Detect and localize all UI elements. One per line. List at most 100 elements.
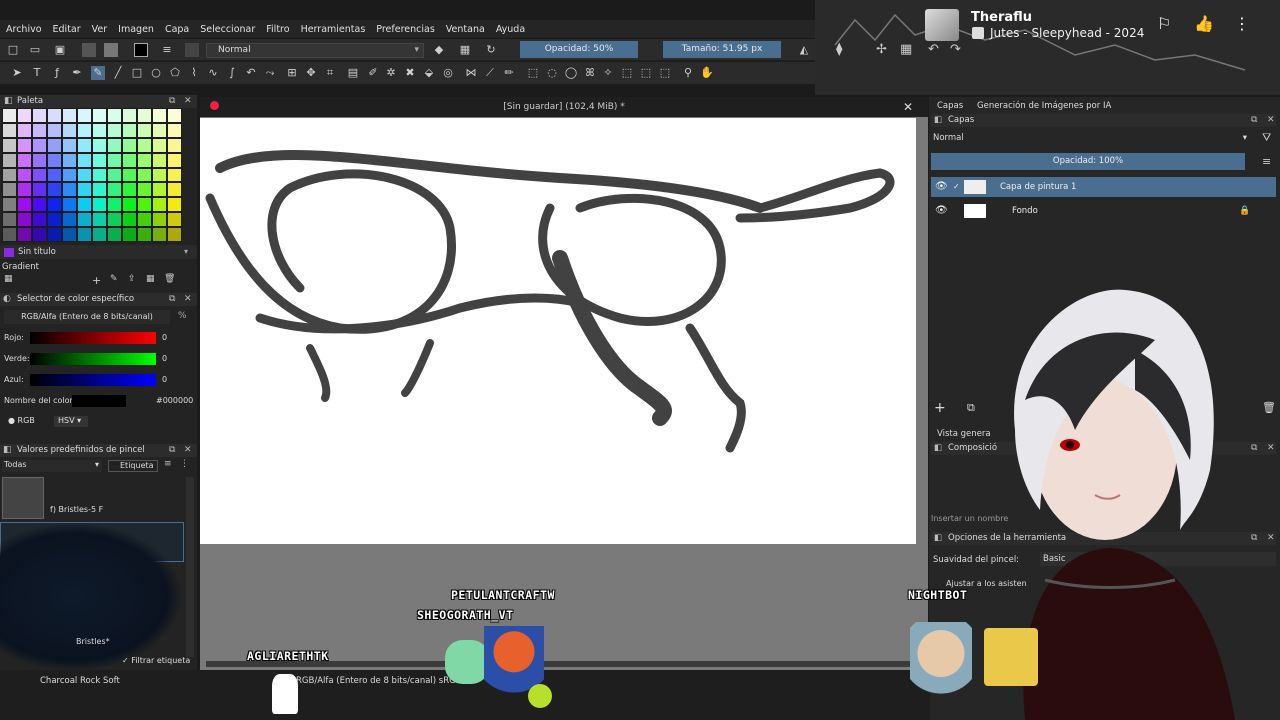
hsv-select[interactable]: HSV ▾ (54, 416, 88, 427)
freehand-brush-icon[interactable]: ✎ (91, 66, 105, 80)
menu-herramientas[interactable]: Herramientas (301, 24, 366, 35)
list-view-icon[interactable]: ≡ (164, 459, 172, 469)
palette-swatch[interactable] (47, 137, 62, 153)
fill-tool-icon[interactable]: ⬙ (422, 66, 436, 80)
palette-swatch[interactable] (137, 212, 152, 228)
palette-swatch[interactable] (137, 227, 152, 242)
palette-swatch[interactable] (137, 137, 152, 153)
layer-row-paint[interactable]: 👁 ✓ Capa de pintura 1 (931, 177, 1276, 197)
measure-tool-icon[interactable]: ⋈ (464, 66, 478, 80)
palette-swatch[interactable] (92, 137, 107, 153)
palette-swatch[interactable] (2, 152, 17, 168)
color-model-select[interactable]: RGB/Alfa (Entero de 8 bits/canal) (4, 310, 170, 324)
palette-swatch[interactable] (107, 197, 122, 213)
foreground-color-icon[interactable] (134, 43, 148, 57)
polyline-tool-icon[interactable]: ⌇ (187, 66, 201, 80)
close-panel-icon[interactable]: ✕ (184, 294, 192, 304)
palette-swatch[interactable] (107, 227, 122, 242)
palette-swatch[interactable] (17, 197, 32, 213)
palette-swatch[interactable] (17, 122, 32, 138)
palette-swatch[interactable] (2, 137, 17, 153)
add-icon[interactable]: + (92, 274, 101, 287)
palette-swatch[interactable] (92, 197, 107, 213)
rgb-radio[interactable]: ● RGB (8, 416, 35, 425)
palette-swatch[interactable] (92, 108, 107, 123)
palette-swatch[interactable] (77, 182, 92, 198)
size-slider[interactable]: Tamaño: 51.95 px (663, 41, 781, 58)
similar-select-icon[interactable]: ⬚ (620, 66, 634, 80)
import-icon[interactable]: ⇪ (128, 274, 136, 284)
palette-swatch[interactable] (152, 122, 167, 138)
zoom-tool-icon[interactable]: ⚲ (681, 66, 695, 80)
palette-swatch[interactable] (62, 108, 77, 123)
palette-swatch[interactable] (167, 227, 182, 242)
brush-presets-icon[interactable]: ≡ (160, 43, 174, 57)
palette-swatch[interactable] (32, 108, 47, 123)
undo-icon[interactable]: ↶ (928, 42, 939, 57)
bezier-select-icon[interactable]: ⬚ (639, 66, 653, 80)
palette-swatch[interactable] (47, 197, 62, 213)
palette-swatch[interactable] (47, 212, 62, 228)
palette-swatch[interactable] (77, 167, 92, 183)
palette-swatch[interactable] (167, 167, 182, 183)
edit-icon[interactable]: ✎ (110, 274, 118, 284)
palette-swatch[interactable] (2, 197, 17, 213)
palette-swatch[interactable] (152, 152, 167, 168)
palette-swatch[interactable] (92, 122, 107, 138)
palette-swatch[interactable] (152, 197, 167, 213)
wrap-around-icon[interactable]: ✢ (876, 42, 887, 57)
close-panel-icon[interactable]: ✕ (184, 96, 192, 106)
palette-swatch[interactable] (77, 108, 92, 123)
layer-row-background[interactable]: 👁 Fondo 🔒 (931, 201, 1276, 221)
menu-ver[interactable]: Ver (92, 24, 108, 35)
palette-swatch[interactable] (2, 167, 17, 183)
menu-editar[interactable]: Editar (53, 24, 81, 35)
blend-mode-select[interactable]: Normal (206, 43, 424, 58)
palette-swatch[interactable] (62, 152, 77, 168)
palette-swatch[interactable] (167, 108, 182, 123)
bezier-tool-icon[interactable]: ∿ (206, 66, 220, 80)
palette-swatch[interactable] (122, 108, 137, 123)
palette-swatch[interactable] (62, 197, 77, 213)
palette-name-row[interactable]: Sin título ▾ (0, 245, 197, 259)
text-tool-icon[interactable]: T (30, 66, 44, 80)
menu-capa[interactable]: Capa (165, 24, 189, 35)
rectangle-tool-icon[interactable]: □ (130, 66, 144, 80)
palette-swatch[interactable] (137, 152, 152, 168)
ellipse-tool-icon[interactable]: ○ (149, 66, 163, 80)
polygon-select-icon[interactable]: ◯ (564, 66, 578, 80)
lock-icon[interactable]: 🔒 (1239, 201, 1250, 221)
palette-swatch[interactable] (17, 212, 32, 228)
palette-swatch[interactable] (122, 137, 137, 153)
menu-preferencias[interactable]: Preferencias (376, 24, 435, 35)
move-tool-icon[interactable]: ✥ (304, 66, 318, 80)
close-panel-icon[interactable]: ✕ (1267, 533, 1275, 543)
save-icon[interactable]: ▣ (53, 43, 67, 57)
palette-swatch[interactable] (32, 167, 47, 183)
menu-filtro[interactable]: Filtro (266, 24, 289, 35)
brush-list-scrollbar[interactable] (186, 477, 194, 657)
palette-swatch[interactable] (62, 212, 77, 228)
green-value[interactable]: 0 (162, 354, 186, 366)
percent-toggle[interactable]: % (178, 311, 187, 321)
open-folder-icon[interactable]: ▭ (28, 43, 42, 57)
close-document-icon[interactable]: ✕ (903, 100, 913, 114)
redo-icon[interactable]: ↷ (950, 42, 961, 57)
line-tool-icon[interactable]: ╱ (111, 66, 125, 80)
color-picker-icon[interactable]: ✐ (366, 66, 380, 80)
palette-swatch[interactable] (32, 197, 47, 213)
tab-ai-generation[interactable]: Generación de Imágenes por IA (977, 101, 1111, 111)
layer-menu-icon[interactable]: ≡ (1262, 155, 1271, 168)
close-panel-icon[interactable]: ✕ (1267, 443, 1275, 453)
palette-swatch[interactable] (2, 227, 17, 242)
float-panel-icon[interactable]: ⧉ (169, 445, 175, 455)
palette-swatch[interactable] (62, 167, 77, 183)
mirror-vertical-icon[interactable]: ⧫ (836, 42, 842, 57)
layer-blend-select[interactable]: Normal ▾ (931, 131, 1251, 145)
palette-swatch[interactable] (167, 152, 182, 168)
mirror-horizontal-icon[interactable]: ◭ (797, 43, 811, 57)
new-document-icon[interactable]: □ (6, 43, 20, 57)
eye-icon[interactable]: 👁 (935, 201, 948, 221)
palette-swatch[interactable] (167, 197, 182, 213)
palette-swatch[interactable] (32, 152, 47, 168)
